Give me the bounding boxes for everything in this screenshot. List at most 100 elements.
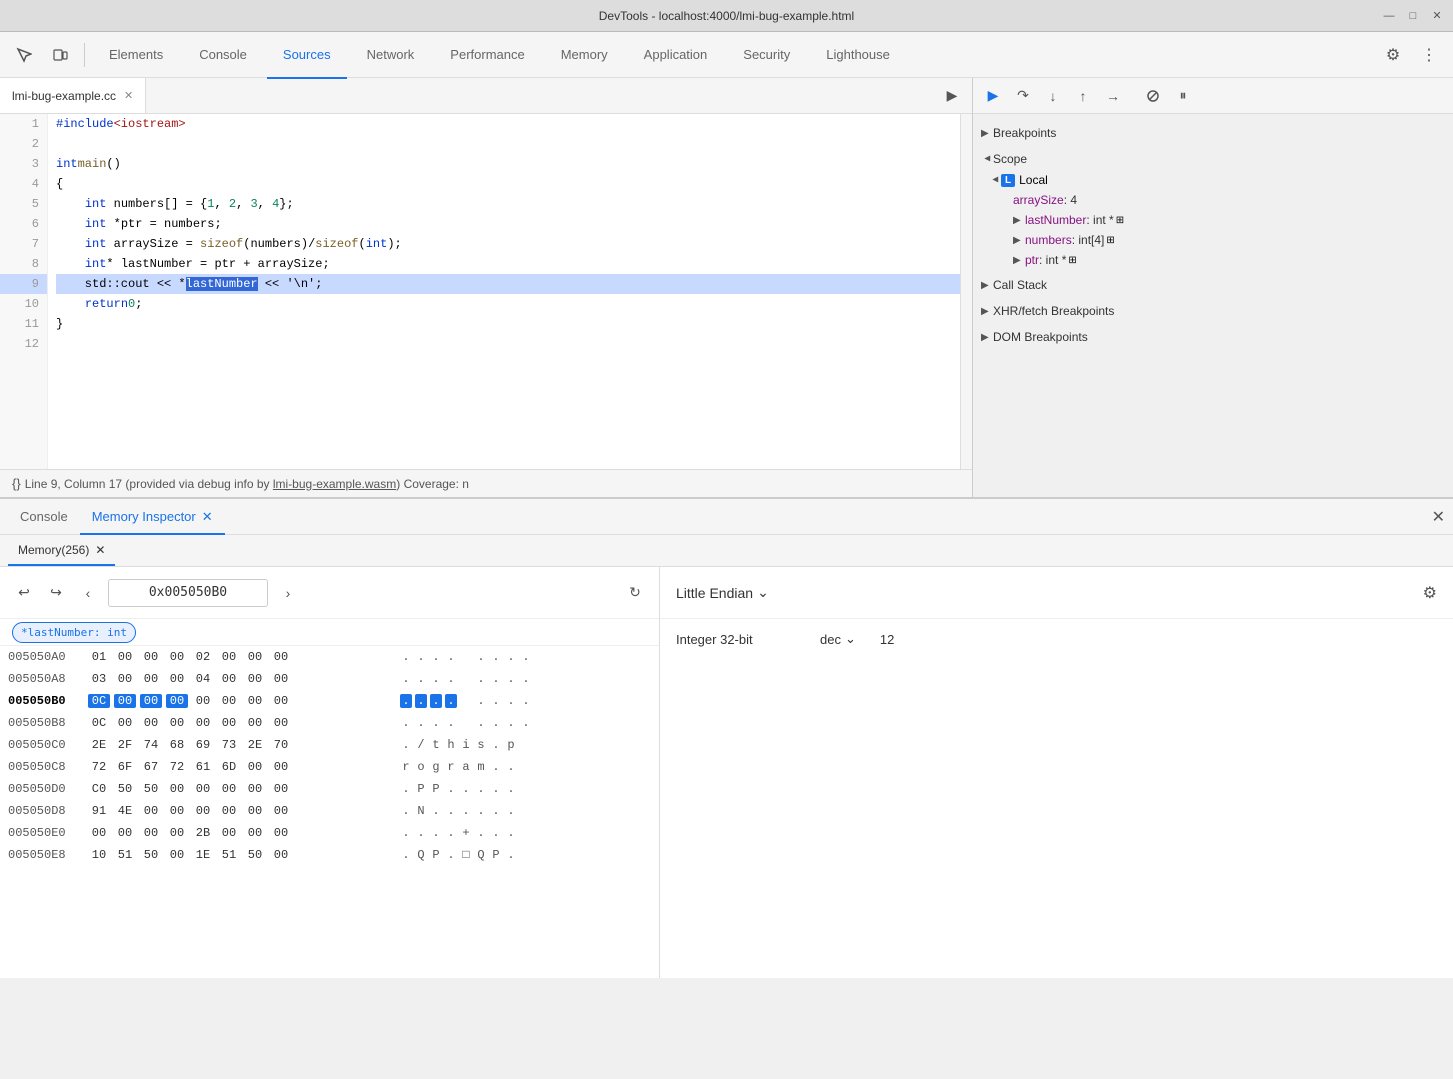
console-tab[interactable]: Console (8, 500, 80, 535)
format-button[interactable]: ▶ (940, 84, 964, 108)
hex-row-b0: 005050B0 0C 00 00 00 00 00 00 00 .. (0, 690, 659, 712)
status-bar: {} Line 9, Column 17 (provided via debug… (0, 469, 972, 497)
breakpoints-triangle: ▶ (981, 128, 993, 139)
hex-addr-b0: 005050B0 (8, 694, 88, 708)
hex-bytes-d8: 91 4E 00 00 00 00 00 00 (88, 804, 388, 818)
endian-bar: Little Endian ⌄ ⚙ (660, 567, 1453, 619)
tab-elements[interactable]: Elements (93, 33, 179, 79)
source-file-tab[interactable]: lmi-bug-example.cc ✕ (0, 78, 146, 113)
hex-addr-a8: 005050A8 (8, 672, 88, 686)
next-addr-button[interactable]: › (276, 581, 300, 605)
memory-settings-button[interactable]: ⚙ (1423, 583, 1437, 603)
local-header[interactable]: ▼ L Local (981, 170, 1453, 190)
address-input[interactable] (108, 579, 268, 607)
hex-addr-e8: 005050E8 (8, 848, 88, 862)
pause-on-exceptions-button[interactable]: ⏸ (1171, 84, 1195, 108)
code-line-4: { (56, 174, 960, 194)
dom-header[interactable]: ▶ DOM Breakpoints (973, 326, 1453, 348)
debug-content: ▶ Breakpoints ▼ Scope ▼ L (973, 114, 1453, 497)
source-panel: lmi-bug-example.cc ✕ ▶ 1 2 3 4 5 6 7 8 (0, 78, 973, 497)
settings-button[interactable]: ⚙ (1377, 39, 1409, 71)
tab-network[interactable]: Network (351, 33, 431, 79)
format-chevron: ⌄ (845, 631, 856, 647)
device-toolbar-button[interactable] (44, 39, 76, 71)
code-line-2 (56, 134, 960, 154)
bottom-tab-bar: Console Memory Inspector ✕ ✕ (0, 499, 1453, 535)
lastnumber-item[interactable]: ▶ lastNumber : int * ⊞ (1005, 210, 1453, 230)
line-num-6: 6 (0, 214, 47, 234)
local-label: Local (1019, 173, 1048, 187)
breakpoints-header[interactable]: ▶ Breakpoints (973, 122, 1453, 144)
hex-ascii-a8: .... .... (388, 672, 532, 686)
code-line-3: int main() (56, 154, 960, 174)
line-num-11: 11 (0, 314, 47, 334)
deactivate-breakpoints-button[interactable] (1141, 84, 1165, 108)
memory-content: ↩ ↪ ‹ › ↻ *lastNumber: int 005050A0 (0, 567, 1453, 978)
xhr-label: XHR/fetch Breakpoints (993, 304, 1114, 318)
maximize-button[interactable]: □ (1405, 8, 1421, 24)
step-out-button[interactable]: ↑ (1071, 84, 1095, 108)
tab-console[interactable]: Console (183, 33, 263, 79)
tab-performance[interactable]: Performance (434, 33, 540, 79)
memory-inspector-close[interactable]: ✕ (202, 509, 213, 525)
resume-button[interactable]: ▶ (981, 84, 1005, 108)
minimize-button[interactable]: — (1381, 8, 1397, 24)
code-line-12 (56, 334, 960, 354)
refresh-button[interactable]: ↻ (623, 581, 647, 605)
more-button[interactable]: ⋮ (1413, 39, 1445, 71)
scope-header[interactable]: ▼ Scope (973, 148, 1453, 170)
arraysize-item[interactable]: arraySize : 4 (1005, 190, 1453, 210)
line-num-10: 10 (0, 294, 47, 314)
close-panel-button[interactable]: ✕ (1432, 499, 1445, 534)
hex-row-b8: 005050B8 0C 00 00 00 00 00 00 00 .. (0, 712, 659, 734)
callstack-header[interactable]: ▶ Call Stack (973, 274, 1453, 296)
format-dropdown[interactable]: dec ⌄ (820, 631, 856, 647)
local-triangle: ▼ (990, 174, 1001, 186)
hex-ascii-e8: .QP.□QP. (388, 848, 517, 862)
source-close-button[interactable]: ✕ (124, 89, 133, 102)
prev-addr-button[interactable]: ‹ (76, 581, 100, 605)
line-num-5: 5 (0, 194, 47, 214)
step-into-button[interactable]: ↓ (1041, 84, 1065, 108)
tab-sources[interactable]: Sources (267, 33, 347, 79)
forward-button[interactable]: ↪ (44, 581, 68, 605)
tab-application[interactable]: Application (628, 33, 724, 79)
hex-row-c0: 005050C0 2E 2F 74 68 69 73 2E 70 ./ (0, 734, 659, 756)
callstack-label: Call Stack (993, 278, 1047, 292)
numbers-value: : int[4] (1072, 233, 1105, 247)
hex-bytes-c8: 72 6F 67 72 61 6D 00 00 (88, 760, 388, 774)
memory-icon-3: ⊞ (1068, 255, 1076, 266)
close-bottom-panel-icon[interactable]: ✕ (1432, 507, 1445, 527)
memory-inspector-tab[interactable]: Memory Inspector ✕ (80, 500, 225, 535)
endian-label: Little Endian (676, 585, 753, 601)
ptr-item[interactable]: ▶ ptr : int * ⊞ (1005, 250, 1453, 270)
inspect-element-button[interactable] (8, 39, 40, 71)
tab-memory[interactable]: Memory (545, 33, 624, 79)
memory-tab-close[interactable]: ✕ (95, 543, 105, 557)
close-button[interactable]: ✕ (1429, 8, 1445, 24)
wasm-link[interactable]: lmi-bug-example.wasm (273, 477, 396, 491)
tab-lighthouse[interactable]: Lighthouse (810, 33, 906, 79)
hex-ascii-c8: rogram.. (388, 760, 517, 774)
step-button[interactable]: → (1101, 84, 1125, 108)
xhr-header[interactable]: ▶ XHR/fetch Breakpoints (973, 300, 1453, 322)
callstack-section: ▶ Call Stack (973, 274, 1453, 296)
step-over-button[interactable]: ↷ (1011, 84, 1035, 108)
xhr-section: ▶ XHR/fetch Breakpoints (973, 300, 1453, 322)
main-toolbar: Elements Console Sources Network Perform… (0, 32, 1453, 78)
hex-addr-c0: 005050C0 (8, 738, 88, 752)
code-line-9: std::cout << *lastNumber << '\n'; (56, 274, 960, 294)
hex-addr-e0: 005050E0 (8, 826, 88, 840)
line-num-1: 1 (0, 114, 47, 134)
hex-table: 005050A0 01 00 00 00 02 00 00 00 .. (0, 646, 659, 978)
memory-256-tab[interactable]: Memory(256) ✕ (8, 535, 115, 566)
numbers-item[interactable]: ▶ numbers : int[4] ⊞ (1005, 230, 1453, 250)
source-filename: lmi-bug-example.cc (12, 89, 116, 103)
back-button[interactable]: ↩ (12, 581, 36, 605)
tab-security[interactable]: Security (727, 33, 806, 79)
endian-selector[interactable]: Little Endian ⌄ (676, 584, 769, 601)
code-scrollbar[interactable] (960, 114, 972, 469)
bottom-panel: Console Memory Inspector ✕ ✕ Memory(256)… (0, 498, 1453, 978)
hex-row-c8: 005050C8 72 6F 67 72 61 6D 00 00 ro (0, 756, 659, 778)
hex-ascii-b8: .... .... (388, 716, 532, 730)
